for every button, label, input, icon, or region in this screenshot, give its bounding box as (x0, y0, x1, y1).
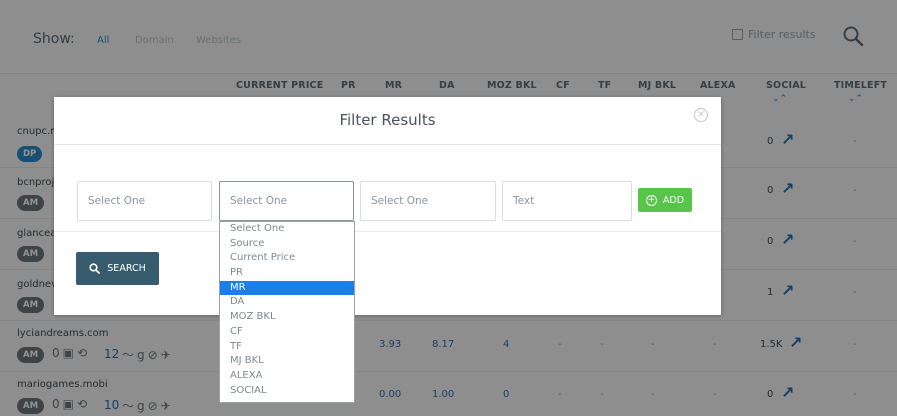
dropdown-option[interactable]: Select One (220, 222, 354, 237)
field-select-2-dropdown: Select One Source Current Price PR MR DA… (219, 221, 355, 403)
dropdown-option[interactable]: Current Price (220, 251, 354, 266)
dropdown-option[interactable]: DA (220, 295, 354, 310)
filter-text-input[interactable]: Text (502, 181, 632, 221)
search-icon (89, 263, 101, 274)
search-button-label: SEARCH (107, 263, 146, 274)
dropdown-option[interactable]: PR (220, 266, 354, 281)
dropdown-option-selected[interactable]: MR (220, 280, 354, 296)
field-select-1[interactable]: Select One (77, 181, 212, 221)
search-button[interactable]: SEARCH (76, 252, 159, 285)
dropdown-option[interactable]: CF (220, 325, 354, 340)
field-select-2[interactable]: Select One (219, 181, 354, 221)
add-button-label: ADD (662, 194, 685, 206)
dropdown-option[interactable]: ALEXA (220, 369, 354, 384)
dropdown-option[interactable]: Source (220, 237, 354, 252)
dropdown-option[interactable]: TF (220, 340, 354, 355)
modal-header: Filter Results ✕ (54, 97, 721, 145)
filter-results-modal: Filter Results ✕ Select One Select One S… (54, 97, 721, 315)
modal-title: Filter Results (339, 111, 436, 129)
add-filter-button[interactable]: + ADD (638, 188, 692, 212)
dropdown-option[interactable]: MJ BKL (220, 354, 354, 369)
dropdown-option[interactable]: MOZ BKL (220, 310, 354, 325)
dropdown-option[interactable]: SOCIAL (220, 384, 354, 399)
filter-row: Select One Select One Select One Text + … (54, 145, 721, 232)
close-icon[interactable]: ✕ (694, 108, 708, 122)
field-select-3[interactable]: Select One (360, 181, 496, 221)
plus-circle-icon: + (645, 194, 657, 206)
